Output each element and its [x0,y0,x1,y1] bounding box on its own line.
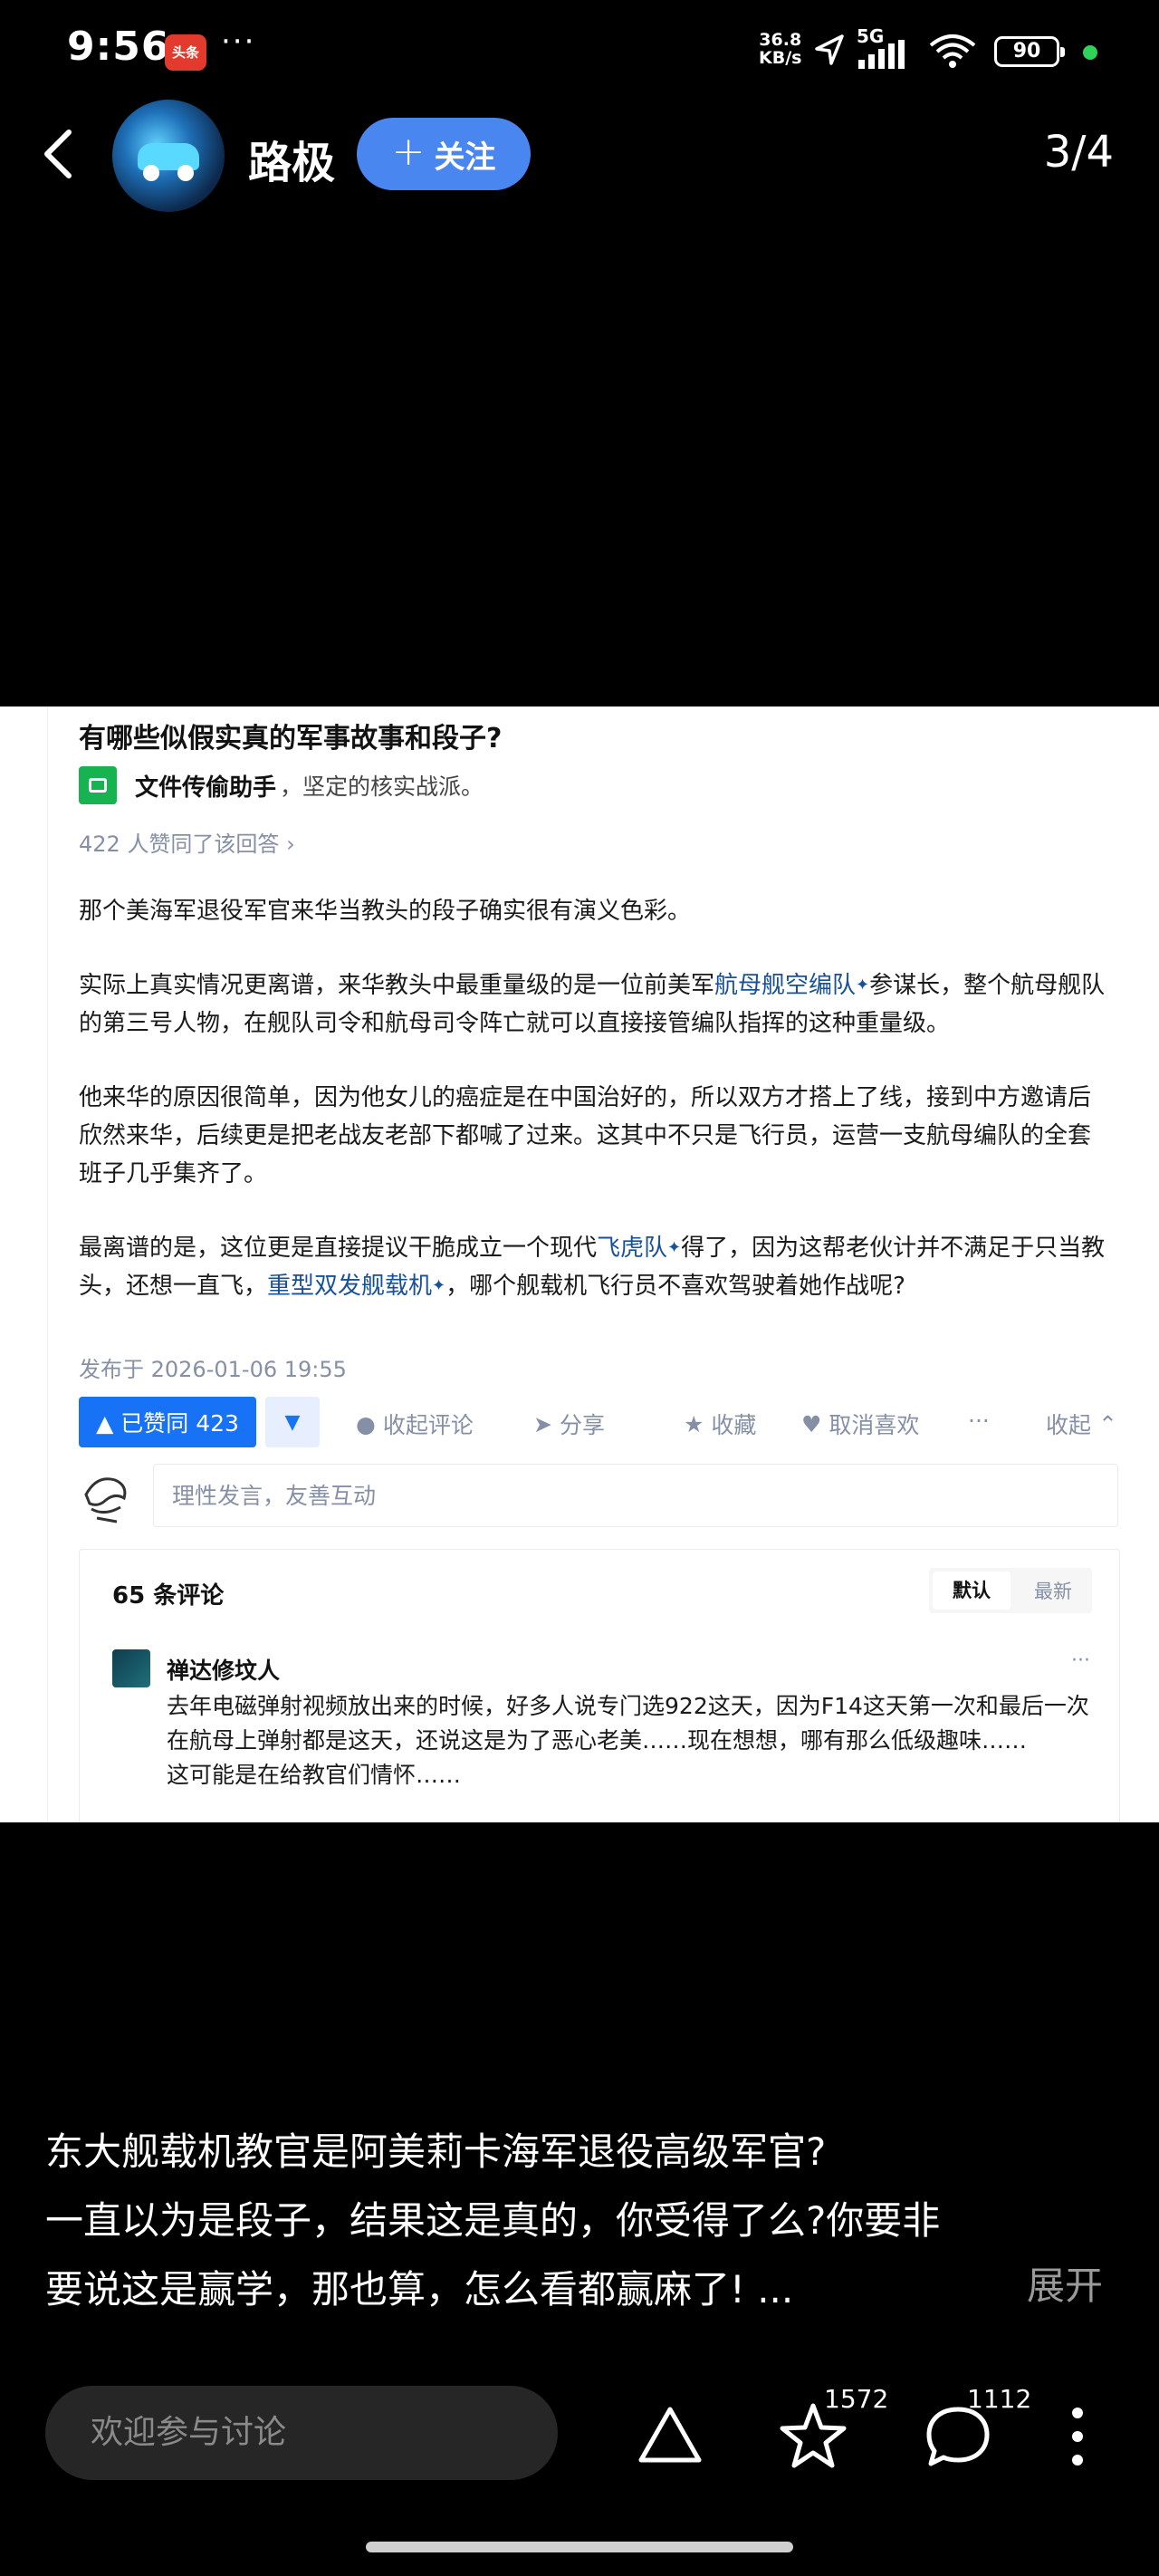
plus-icon: + [391,129,426,175]
caption-line: 一直以为是段子，结果这是真的，你受得了么?你要非要说这是赢学，那也算，怎么看都赢… [45,2198,941,2312]
top-bar: 路极 + 关注 3/4 [0,100,1159,212]
publish-time: 发布于 2026-01-06 19:55 [79,1357,347,1382]
commenter-avatar [112,1649,150,1687]
answer-author-bio: ，坚定的核实战派。 [280,774,484,800]
comment-text: 去年电磁弹射视频放出来的时候，好多人说专门选922这天，因为F14这天第一次和最… [167,1693,1089,1788]
expand-button[interactable]: 展开 [1027,2255,1103,2311]
author-name[interactable]: 路极 [248,127,335,190]
battery-icon: 90 [994,36,1065,67]
collapse-action: 收起 ⌃ [1046,1410,1117,1439]
downvote-button: ▼ [265,1397,320,1447]
share-action: ➤ 分享 [533,1410,605,1439]
answer-actions: ▲ 已赞同 423 ▼ ● 收起评论 ➤ 分享 ★ 收藏 ♥ 取消喜欢 ··· 收起 ⌃ [79,1397,1120,1449]
follow-label: 关注 [434,139,496,176]
status-time: 9:56 [67,24,170,70]
follow-button[interactable]: + 关注 [357,118,531,190]
comment-more-icon: ··· [1071,1649,1090,1672]
comment-input: 理性发言，友善互动 [153,1464,1118,1527]
user-avatar [84,1477,127,1523]
spark-icon: ✦ [667,1238,682,1257]
like-icon[interactable] [634,2400,706,2473]
caption-line: 东大舰载机教官是阿美莉卡海军退役高级军官? [45,2129,827,2174]
unlike-action: ♥ 取消喜欢 [801,1410,920,1439]
spark-icon: ✦ [856,976,870,995]
status-icons: 5G 90 [811,25,1119,72]
signal-icon [858,40,905,69]
network-speed-unit: KB/s [759,48,802,68]
page-indicator: 3/4 [1043,127,1114,178]
inline-link: 重型双发舰载机 [267,1273,433,1300]
comment-input[interactable]: 欢迎参与讨论 [45,2386,558,2480]
comment-input-row: 理性发言，友善互动 [79,1464,1120,1531]
star-icon: ★ [684,1410,704,1437]
chevron-up-icon: ⌃ [1098,1410,1117,1437]
more-vertical-icon[interactable] [1050,2400,1105,2473]
status-bar: 9:56 头条 ··· 36.8 KB/s 5G 90 [0,0,1159,100]
network-speed: 36.8 KB/s [759,31,801,67]
wifi-icon [929,34,976,68]
inline-link: 航母舰空编队 [714,972,857,999]
network-speed-value: 36.8 [759,30,802,50]
paragraph: 那个美海军退役军官来华当教头的段子确实很有演义色彩。 [79,898,692,925]
answer-author-avatar [79,766,117,804]
answer-author-name: 文件传偷助手 [135,774,277,802]
sort-latest: 最新 [1034,1581,1072,1602]
comment-count: 1112 [967,2384,1032,2414]
post-image[interactable]: 有哪些似假实真的军事故事和段子? 文件传偷助手 ，坚定的核实战派。 422 人赞… [0,706,1159,1822]
favorite-action: ★ 收藏 [684,1410,757,1439]
zhihu-answer-screenshot: 有哪些似假实真的军事故事和段子? 文件传偷助手 ，坚定的核实战派。 422 人赞… [47,706,1159,1822]
toutiao-app-icon: 头条 [165,34,206,71]
question-title: 有哪些似假实真的军事故事和段子? [79,723,503,755]
commenter-name: 禅达修坟人 [167,1658,281,1684]
paper-plane-icon: ➤ [533,1410,552,1437]
answer-body: 那个美海军退役军官来华当教头的段子确实很有演义色彩。 实际上真实情况更离谱，来华… [79,892,1111,1341]
back-icon[interactable] [36,127,81,181]
upvoted-button: ▲ 已赞同 423 [79,1397,256,1447]
upvote-summary: 422 人赞同了该回答 › [79,831,295,857]
paragraph: 他来华的原因很简单，因为他女儿的癌症是在中国治好的，所以双方才搭上了线，接到中方… [79,1084,1092,1187]
spark-icon: ✦ [432,1276,446,1295]
paragraph: 实际上真实情况更离谱，来华教头中最重量级的是一位前美军航母舰空编队✦参谋长，整个… [79,972,1106,1037]
answer-author-row: 文件传偷助手 ，坚定的核实战派。 [79,764,484,806]
comment-bubble-icon: ● [356,1410,376,1437]
post-caption[interactable]: 东大舰载机教官是阿美莉卡海军退役高级军官? 一直以为是段子，结果这是真的，你受得… [45,2118,1114,2324]
heart-icon: ♥ [801,1410,822,1437]
comment-sort: 默认 最新 [929,1568,1092,1613]
paragraph: 最离谱的是，这位更是直接提议干脆成立一个现代飞虎队✦得了，因为这帮老伙计并不满足… [79,1235,1106,1300]
collapse-comments-action: ● 收起评论 [356,1410,474,1439]
more-icon: ··· [968,1408,990,1434]
home-indicator[interactable] [366,2542,793,2552]
author-avatar[interactable] [112,100,225,212]
inline-link: 飞虎队 [597,1235,668,1262]
location-icon [815,34,844,65]
comments-panel: 65 条评论 默认 最新 禅达修坟人 ··· 去年电磁弹射视频放出来的时候，好多… [79,1549,1120,1822]
comments-count: 65 条评论 [112,1582,225,1610]
more-notifications-icon: ··· [221,24,256,60]
sort-default: 默认 [933,1572,1011,1610]
favorite-count: 1572 [824,2384,889,2414]
privacy-indicator-dot [1083,45,1097,60]
